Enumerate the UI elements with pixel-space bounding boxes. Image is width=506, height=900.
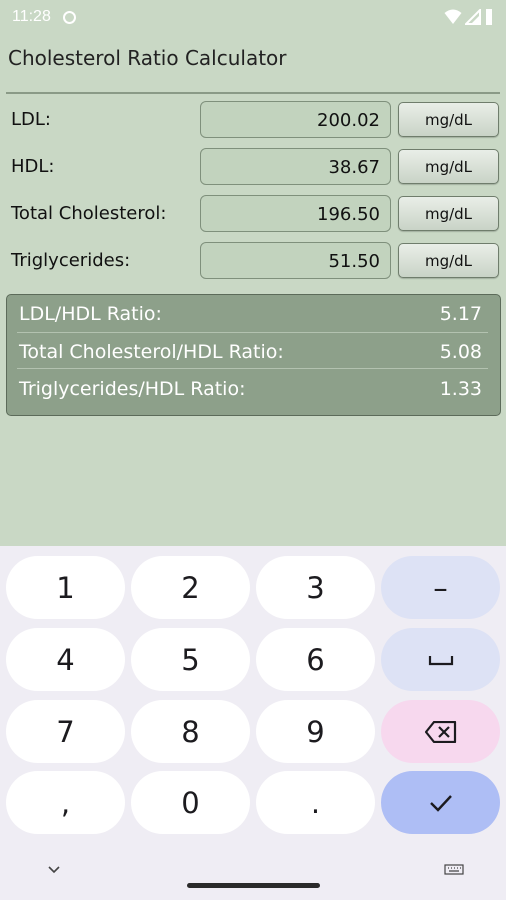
key-6[interactable]: 6 xyxy=(256,628,375,691)
key-period[interactable]: . xyxy=(256,771,375,834)
triglycerides-unit-button[interactable]: mg/dL xyxy=(398,243,499,278)
status-time: 11:28 xyxy=(12,8,51,25)
key-space[interactable] xyxy=(381,628,500,691)
ldl-hdl-ratio-label: LDL/HDL Ratio: xyxy=(19,303,162,325)
key-1[interactable]: 1 xyxy=(6,556,125,619)
triglycerides-hdl-ratio-value: 1.33 xyxy=(439,378,482,400)
hide-keyboard-icon[interactable] xyxy=(46,864,62,876)
key-comma[interactable]: , xyxy=(6,771,125,834)
home-gesture-handle[interactable] xyxy=(187,883,320,888)
key-backspace[interactable] xyxy=(381,700,500,763)
total-cholesterol-hdl-ratio-value: 5.08 xyxy=(439,341,482,363)
title-divider xyxy=(6,92,500,94)
page-title: Cholesterol Ratio Calculator xyxy=(8,46,287,70)
results-divider xyxy=(17,332,488,333)
key-3[interactable]: 3 xyxy=(256,556,375,619)
key-7[interactable]: 7 xyxy=(6,700,125,763)
wifi-icon xyxy=(444,9,462,24)
results-divider xyxy=(17,368,488,369)
space-bar-icon xyxy=(428,655,453,665)
hdl-input[interactable]: 38.67 xyxy=(200,148,391,185)
hdl-row: HDL: 38.67 mg/dL xyxy=(0,148,506,186)
status-bar: 11:28 xyxy=(0,0,506,34)
key-4[interactable]: 4 xyxy=(6,628,125,691)
total-cholesterol-row: Total Cholesterol: 196.50 mg/dL xyxy=(0,195,506,233)
hdl-label: HDL: xyxy=(11,156,55,177)
triglycerides-input[interactable]: 51.50 xyxy=(200,242,391,279)
total-cholesterol-unit-button[interactable]: mg/dL xyxy=(398,196,499,231)
key-2[interactable]: 2 xyxy=(131,556,250,619)
total-cholesterol-label: Total Cholesterol: xyxy=(11,203,167,224)
checkmark-icon xyxy=(429,794,452,812)
key-9[interactable]: 9 xyxy=(256,700,375,763)
key-8[interactable]: 8 xyxy=(131,700,250,763)
key-confirm[interactable] xyxy=(381,771,500,834)
battery-icon xyxy=(486,9,492,25)
key-minus[interactable]: – xyxy=(381,556,500,619)
ldl-unit-button[interactable]: mg/dL xyxy=(398,102,499,137)
ldl-label: LDL: xyxy=(11,109,51,130)
backspace-icon xyxy=(424,720,456,743)
triglycerides-row: Triglycerides: 51.50 mg/dL xyxy=(0,242,506,280)
ldl-hdl-ratio-value: 5.17 xyxy=(439,303,482,325)
total-cholesterol-input[interactable]: 196.50 xyxy=(200,195,391,232)
triglycerides-hdl-ratio-label: Triglycerides/HDL Ratio: xyxy=(19,378,246,400)
triglycerides-label: Triglycerides: xyxy=(11,250,131,271)
cellular-signal-icon xyxy=(465,9,481,25)
keyboard-switch-icon[interactable] xyxy=(444,864,464,878)
key-0[interactable]: 0 xyxy=(131,771,250,834)
triglycerides-hdl-ratio-row: Triglycerides/HDL Ratio: 1.33 xyxy=(17,372,490,408)
results-panel: LDL/HDL Ratio: 5.17 Total Cholesterol/HD… xyxy=(6,294,501,416)
total-cholesterol-hdl-ratio-label: Total Cholesterol/HDL Ratio: xyxy=(19,341,284,363)
key-5[interactable]: 5 xyxy=(131,628,250,691)
notification-icon xyxy=(62,10,76,24)
ldl-input[interactable]: 200.02 xyxy=(200,101,391,138)
total-cholesterol-hdl-ratio-row: Total Cholesterol/HDL Ratio: 5.08 xyxy=(17,335,490,371)
ldl-row: LDL: 200.02 mg/dL xyxy=(0,101,506,139)
hdl-unit-button[interactable]: mg/dL xyxy=(398,149,499,184)
ldl-hdl-ratio-row: LDL/HDL Ratio: 5.17 xyxy=(17,297,490,333)
